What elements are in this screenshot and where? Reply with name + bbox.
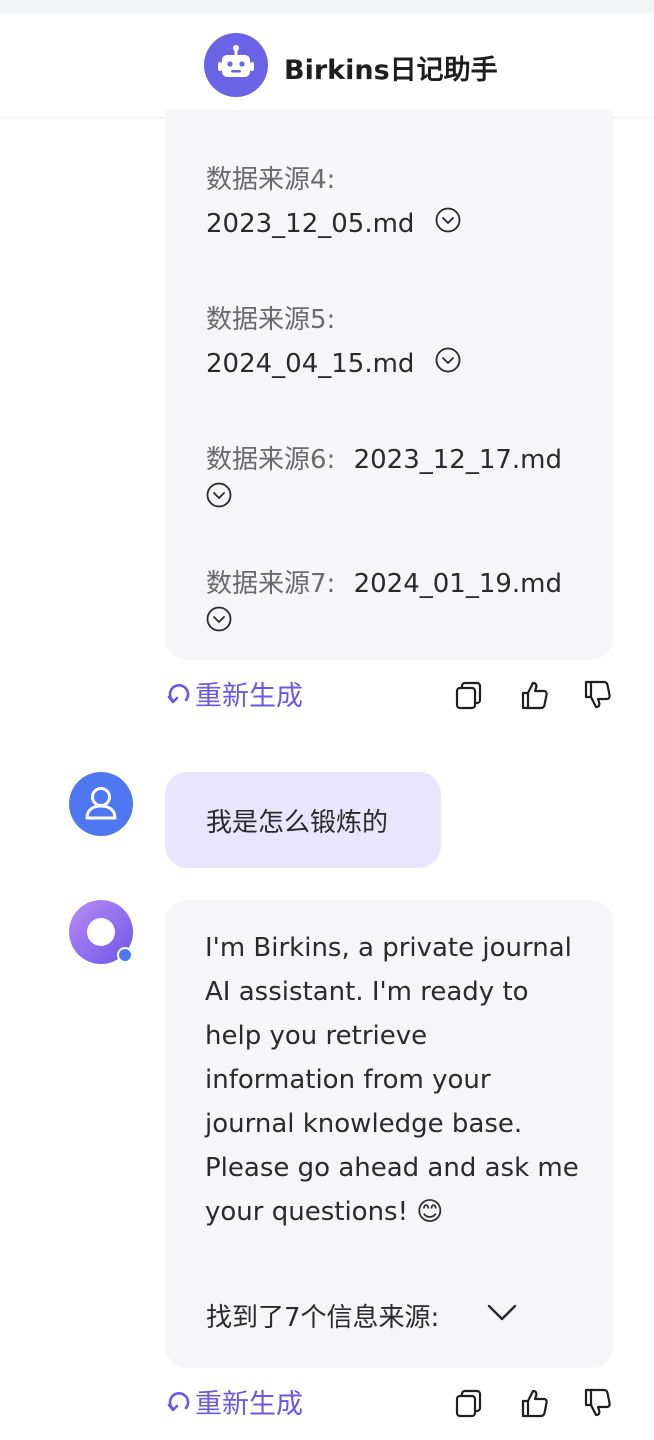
message-actions: 重新生成 <box>165 674 625 718</box>
status-strip <box>0 0 654 14</box>
message-actions: 重新生成 <box>165 1382 625 1426</box>
copy-icon[interactable] <box>452 678 486 712</box>
user-avatar-icon <box>69 772 133 836</box>
source-label: 数据来源4: <box>206 165 336 195</box>
source-file: 2024_01_19.md <box>353 569 563 599</box>
user-message-bubble: 我是怎么锻炼的 <box>165 772 441 868</box>
bot-avatar-icon <box>69 900 133 964</box>
bot-message-text: I'm Birkins, a private journal AI assist… <box>205 933 579 1227</box>
source-label: 数据来源5: <box>206 305 336 335</box>
regenerate-label: 重新生成 <box>195 1389 303 1420</box>
regenerate-button[interactable]: 重新生成 <box>165 1382 303 1421</box>
regenerate-button[interactable]: 重新生成 <box>165 674 303 713</box>
bot-message-bubble: I'm Birkins, a private journal AI assist… <box>165 900 613 1260</box>
expand-chevron-icon[interactable] <box>206 606 232 640</box>
refresh-icon <box>167 683 190 703</box>
source-file: 2023_12_05.md <box>206 209 415 239</box>
source-label: 数据来源7: <box>206 569 336 599</box>
sources-bubble: 数据来源4: 2023_12_05.md 数据来源5: 2024_04_15.m… <box>165 110 613 660</box>
expand-chevron-icon[interactable] <box>435 203 461 247</box>
page-title: Birkins日记助手 <box>284 55 498 86</box>
source-item-5: 数据来源5: 2024_04_15.md <box>206 298 461 387</box>
source-item-7: 数据来源7: 2024_01_19.md <box>206 562 562 640</box>
robot-avatar-icon <box>204 33 268 97</box>
thumbs-down-icon[interactable] <box>581 678 615 712</box>
expand-chevron-icon[interactable] <box>206 482 232 516</box>
sources-summary-label: 找到了7个信息来源: <box>206 1303 440 1333</box>
thumbs-down-icon[interactable] <box>581 1386 615 1420</box>
source-item-4: 数据来源4: 2023_12_05.md <box>206 158 461 247</box>
source-file: 2024_04_15.md <box>206 349 415 379</box>
thumbs-up-icon[interactable] <box>518 1386 552 1420</box>
expand-chevron-icon[interactable] <box>435 343 461 387</box>
regenerate-label: 重新生成 <box>195 681 303 712</box>
source-file: 2023_12_17.md <box>353 445 563 475</box>
thumbs-up-icon[interactable] <box>518 678 552 712</box>
source-label: 数据来源6: <box>206 445 336 475</box>
user-message-text: 我是怎么锻炼的 <box>206 808 389 838</box>
sources-summary[interactable]: 找到了7个信息来源: <box>165 1260 613 1368</box>
chevron-down-icon[interactable] <box>485 1300 519 1324</box>
copy-icon[interactable] <box>452 1386 486 1420</box>
app-header: Birkins日记助手 <box>0 14 654 118</box>
source-item-6: 数据来源6: 2023_12_17.md <box>206 438 562 516</box>
refresh-icon <box>167 1391 190 1411</box>
